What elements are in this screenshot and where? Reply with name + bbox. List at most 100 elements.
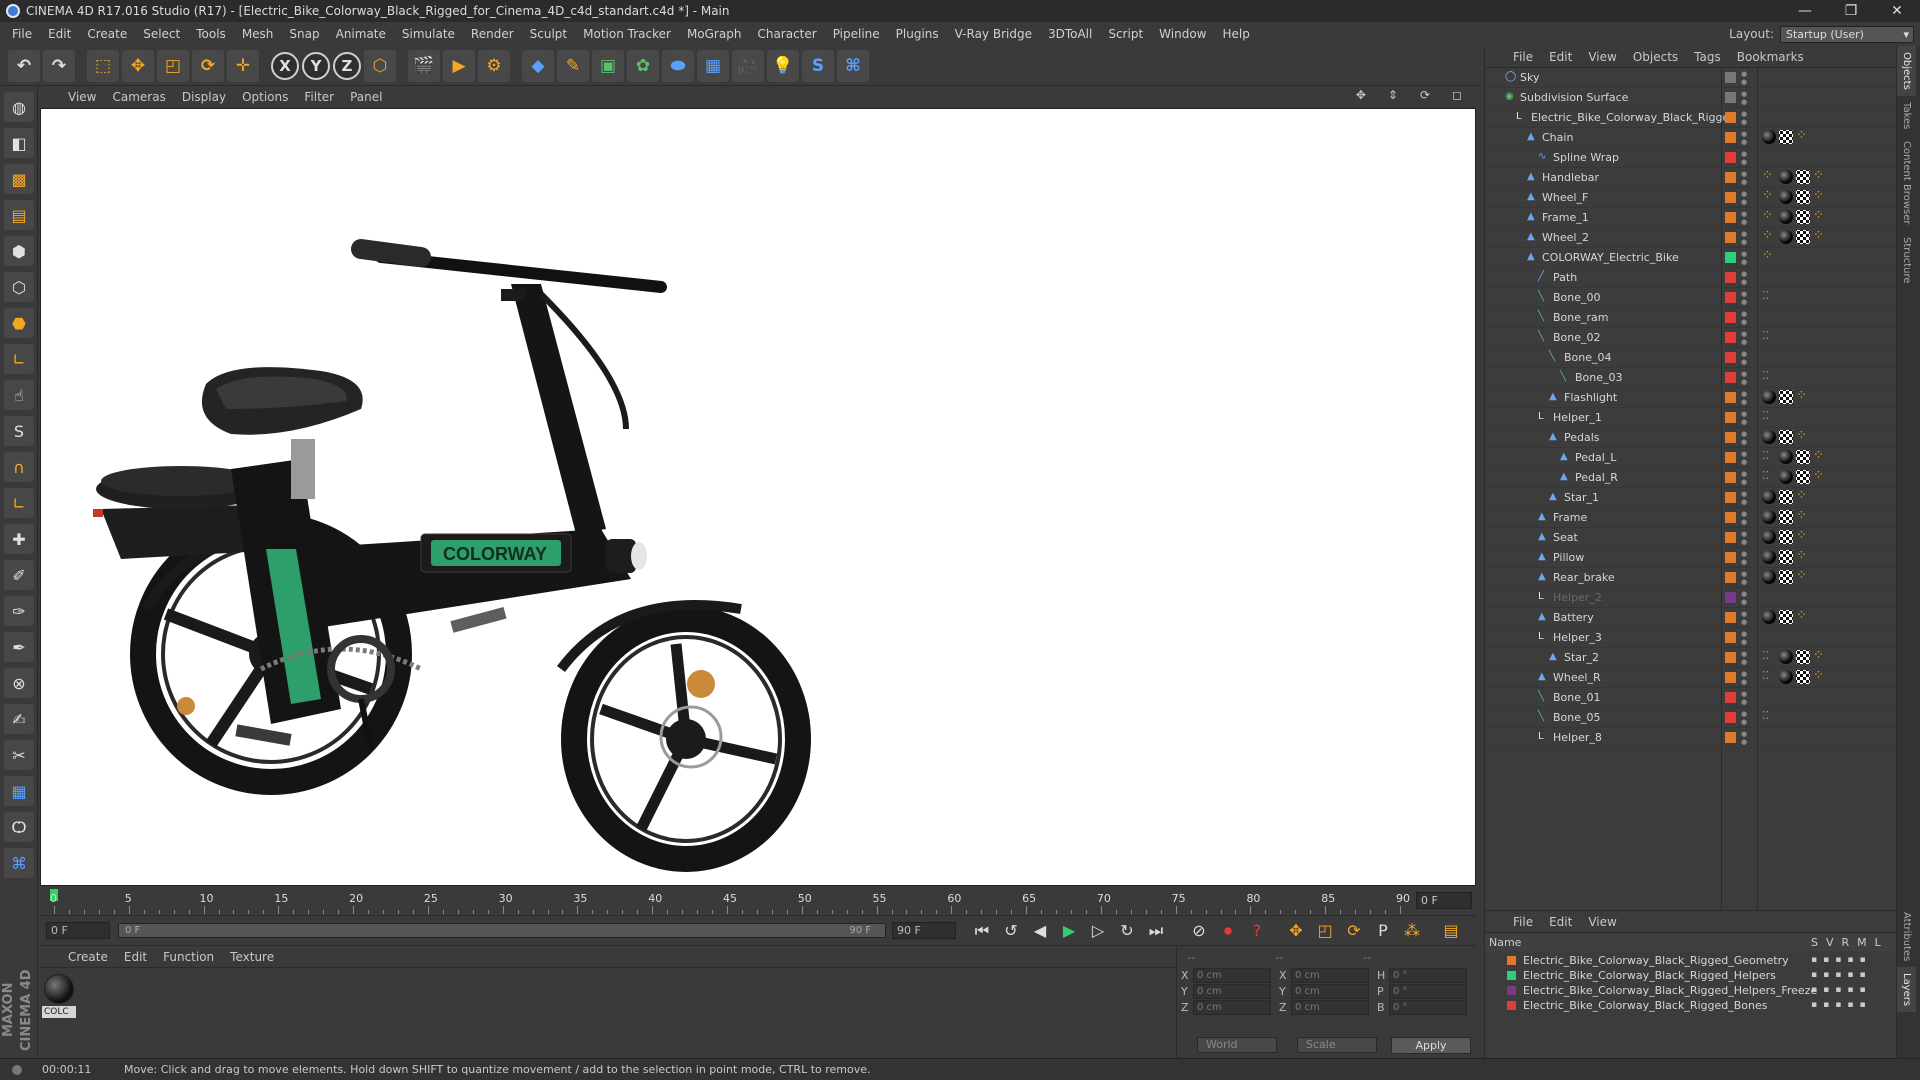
object-row[interactable]: ▲ Rear_brake ● ● ⁘	[1485, 568, 1897, 588]
manager-flag-icon[interactable]: ▪	[1847, 970, 1853, 980]
x-axis-lock-icon[interactable]: X	[271, 51, 299, 80]
object-menu-bookmarks[interactable]: Bookmarks	[1729, 50, 1812, 64]
layer-color-swatch[interactable]	[1725, 432, 1736, 443]
object-row[interactable]: ▲ Pedal_L ● ● ⁚⁚ ⁘	[1485, 448, 1897, 468]
coord-position-field[interactable]: 0 cm	[1193, 999, 1271, 1015]
uvw-tag-icon[interactable]	[1796, 670, 1810, 684]
visibility-dots-icon[interactable]: ● ●	[1741, 210, 1747, 226]
layer-color-swatch[interactable]	[1725, 132, 1736, 143]
uvw-tag-icon[interactable]	[1796, 170, 1810, 184]
sculpt-brush-icon[interactable]: ✚	[4, 524, 34, 554]
layer-color-swatch[interactable]	[1725, 172, 1736, 183]
material-tag-icon[interactable]	[1779, 230, 1793, 244]
phong-tag-icon[interactable]: ⁘	[1762, 249, 1776, 264]
grid-icon[interactable]: ▦	[4, 776, 34, 806]
deformer-icon[interactable]: ⬬	[662, 49, 694, 82]
visibility-dots-icon[interactable]: ● ●	[1741, 150, 1747, 166]
layer-color-swatch[interactable]	[1725, 632, 1736, 643]
render-settings-icon[interactable]: ⚙	[478, 49, 510, 82]
menu-pipeline[interactable]: Pipeline	[825, 27, 888, 41]
material-tag-icon[interactable]	[1779, 470, 1793, 484]
menu-render[interactable]: Render	[463, 27, 522, 41]
manager-flag-icon[interactable]: ▪	[1847, 1000, 1853, 1010]
undo-icon[interactable]: ↶	[8, 49, 40, 82]
object-menu-edit[interactable]: Edit	[1541, 50, 1580, 64]
pull-brush-icon[interactable]: ✐	[4, 560, 34, 590]
ik-tag-icon[interactable]: ⁚⁚	[1762, 370, 1776, 384]
phong-tag-icon[interactable]: ⁘	[1813, 209, 1827, 224]
layer-menu-file[interactable]: File	[1505, 915, 1541, 929]
object-row[interactable]: L Helper_2 ● ●	[1485, 588, 1897, 608]
phong-tag-icon[interactable]: ⁘	[1796, 549, 1810, 564]
phong-tag-icon[interactable]: ⁘	[1796, 609, 1810, 624]
uvw-tag-icon[interactable]	[1796, 450, 1810, 464]
object-row[interactable]: ▲ Handlebar ● ● ⁘ ⁘	[1485, 168, 1897, 188]
visibility-dots-icon[interactable]: ● ●	[1741, 110, 1747, 126]
y-axis-lock-icon[interactable]: Y	[302, 51, 330, 80]
object-row[interactable]: ▲ Wheel_2 ● ● ⁘ ⁘	[1485, 228, 1897, 248]
material-tag-icon[interactable]	[1779, 450, 1793, 464]
layer-color-swatch[interactable]	[1725, 672, 1736, 683]
flatten-brush-icon[interactable]: ✍	[4, 704, 34, 734]
uvw-tag-icon[interactable]	[1796, 190, 1810, 204]
model-mode-icon[interactable]: ◧	[4, 128, 34, 158]
object-row[interactable]: ▲ Pillow ● ● ⁘	[1485, 548, 1897, 568]
layer-color-swatch[interactable]	[1725, 292, 1736, 303]
pen-spline-icon[interactable]: ✎	[557, 49, 589, 82]
autokey-icon[interactable]: ?	[1244, 918, 1270, 944]
tweak-mode-icon[interactable]: ☝	[4, 380, 34, 410]
light-icon[interactable]: 💡	[767, 49, 799, 82]
object-row[interactable]: L Helper_8 ● ●	[1485, 728, 1897, 748]
uvw-tag-icon[interactable]	[1779, 390, 1793, 404]
material-menu-function[interactable]: Function	[155, 950, 222, 964]
layer-color-swatch[interactable]	[1725, 192, 1736, 203]
material-tag-icon[interactable]	[1762, 430, 1776, 444]
uvw-tag-icon[interactable]	[1779, 510, 1793, 524]
texture-mode-icon[interactable]: ▩	[4, 164, 34, 194]
lock-flag-icon[interactable]: ▪	[1859, 1000, 1865, 1010]
smooth-brush-icon[interactable]: ✑	[4, 596, 34, 626]
menu-tools[interactable]: Tools	[188, 27, 234, 41]
move-tool-icon[interactable]: ✥	[122, 49, 154, 82]
phong-tag-icon[interactable]: ⁘	[1813, 469, 1827, 484]
z-axis-lock-icon[interactable]: Z	[333, 51, 361, 80]
material-tag-icon[interactable]	[1779, 670, 1793, 684]
ik-tag-icon[interactable]: ⁚⁚	[1762, 410, 1776, 424]
visibility-dots-icon[interactable]: ● ●	[1741, 510, 1747, 526]
layer-menu-edit[interactable]: Edit	[1541, 915, 1580, 929]
uvw-tag-icon[interactable]	[1779, 570, 1793, 584]
menu-create[interactable]: Create	[79, 27, 135, 41]
lock-flag-icon[interactable]: ▪	[1859, 955, 1865, 965]
visibility-dots-icon[interactable]: ● ●	[1741, 170, 1747, 186]
play-forward-icon[interactable]: ▶	[1056, 918, 1082, 944]
timeline-ruler[interactable]: 0 F 0 5 10 15 20 25 30 35 40 45 50 55 60 65 70 75 80 85 90	[40, 886, 1476, 916]
layer-color-swatch[interactable]	[1725, 712, 1736, 723]
object-row[interactable]: ◉ Subdivision Surface ● ●	[1485, 88, 1897, 108]
material-tag-icon[interactable]	[1762, 570, 1776, 584]
layer-color-swatch[interactable]	[1725, 652, 1736, 663]
object-row[interactable]: ╲ Bone_03 ● ● ⁚⁚	[1485, 368, 1897, 388]
uvw-tag-icon[interactable]	[1796, 230, 1810, 244]
phong-tag-icon[interactable]: ⁘	[1796, 569, 1810, 584]
viewport-menu-filter[interactable]: Filter	[296, 90, 342, 104]
object-row[interactable]: ▲ Frame_1 ● ● ⁘ ⁘	[1485, 208, 1897, 228]
phong-tag-icon[interactable]: ⁘	[1813, 449, 1827, 464]
object-row[interactable]: ╲ Bone_02 ● ● ⁚⁚	[1485, 328, 1897, 348]
layer-color-swatch[interactable]	[1725, 492, 1736, 503]
menu-3dtoall[interactable]: 3DToAll	[1040, 27, 1100, 41]
next-frame-icon[interactable]: ▷	[1085, 918, 1111, 944]
scale-mode-dropdown[interactable]: Scale	[1297, 1037, 1377, 1053]
grab-brush-icon[interactable]: ✒	[4, 632, 34, 662]
minimize-button[interactable]: —	[1782, 0, 1828, 22]
visibility-dots-icon[interactable]: ● ●	[1741, 250, 1747, 266]
menu-mograph[interactable]: MoGraph	[679, 27, 750, 41]
visibility-dots-icon[interactable]: ● ●	[1741, 130, 1747, 146]
object-menu-file[interactable]: File	[1505, 50, 1541, 64]
layer-color-swatch[interactable]	[1725, 532, 1736, 543]
viewport-menu-panel[interactable]: Panel	[342, 90, 390, 104]
phong-tag-icon[interactable]: ⁘	[1796, 129, 1810, 144]
solo-flag-icon[interactable]: ▪	[1811, 955, 1817, 965]
menu-plugins[interactable]: Plugins	[888, 27, 947, 41]
recent-tool-icon[interactable]: ✛	[227, 49, 259, 82]
current-frame-field[interactable]: 0 F	[46, 922, 110, 939]
